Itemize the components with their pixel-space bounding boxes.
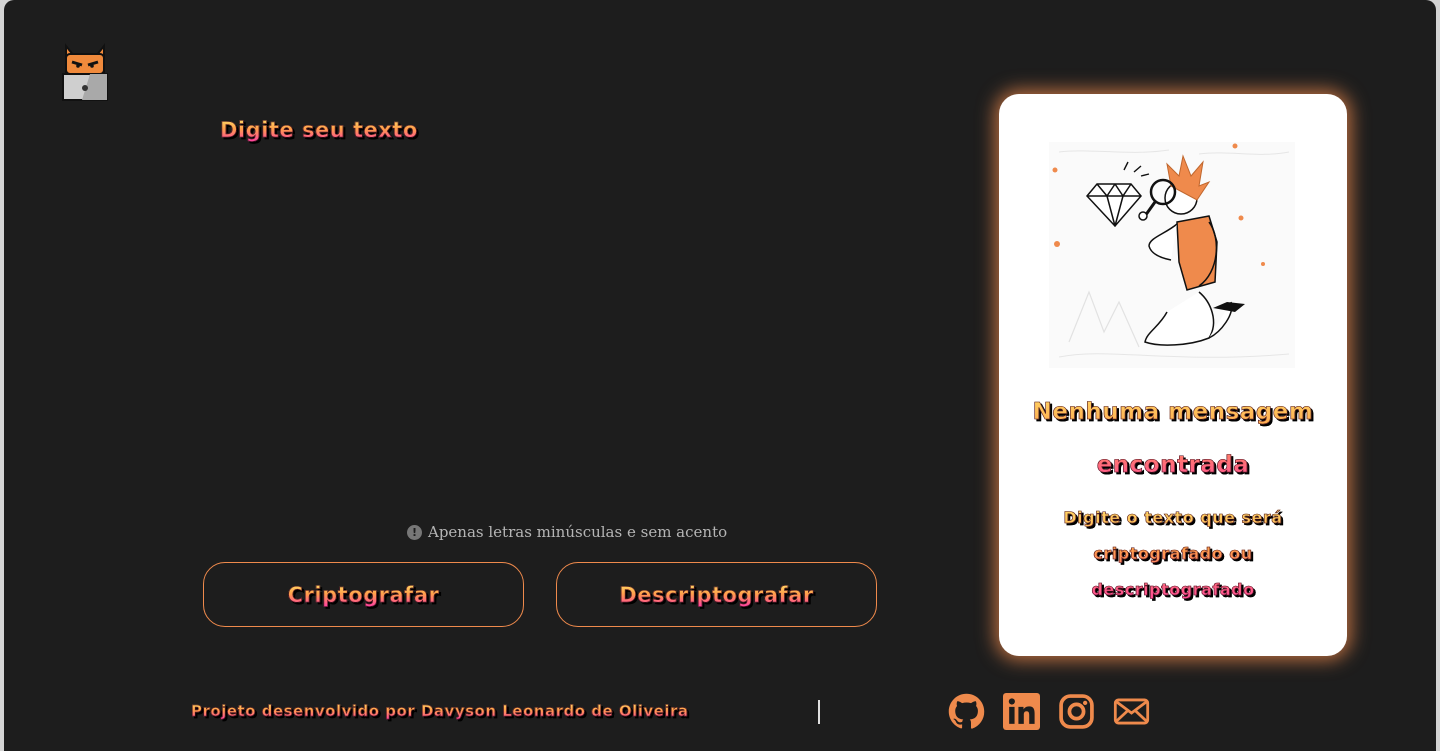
- app-window: Digite seu texto ! Apenas letras minúscu…: [4, 0, 1436, 751]
- decrypt-button-label: Descriptografar: [619, 582, 814, 607]
- output-description: Digite o texto que será criptografado ou…: [1039, 500, 1307, 608]
- email-icon[interactable]: [1113, 693, 1150, 730]
- github-icon[interactable]: [948, 693, 985, 730]
- encrypt-button[interactable]: Criptografar: [203, 562, 524, 627]
- footer-credit: Projeto desenvolvido por Davyson Leonard…: [191, 702, 689, 721]
- input-hint: ! Apenas letras minúsculas e sem acento: [407, 523, 727, 541]
- output-panel: Nenhuma mensagem encontrada Digite o tex…: [999, 94, 1347, 656]
- footer-divider: [818, 700, 820, 724]
- linkedin-icon[interactable]: [1003, 693, 1040, 730]
- decrypt-button[interactable]: Descriptografar: [556, 562, 877, 627]
- input-label: Digite seu texto: [220, 118, 418, 143]
- encrypt-button-label: Criptografar: [287, 582, 440, 607]
- text-input[interactable]: [220, 160, 884, 504]
- cat-laptop-logo: [62, 43, 108, 101]
- instagram-icon[interactable]: [1058, 693, 1095, 730]
- hint-text: Apenas letras minúsculas e sem acento: [428, 523, 728, 541]
- person-magnifier-illustration: [1049, 142, 1295, 368]
- output-title: Nenhuma mensagem encontrada: [1013, 386, 1333, 492]
- exclamation-circle-icon: !: [407, 524, 422, 540]
